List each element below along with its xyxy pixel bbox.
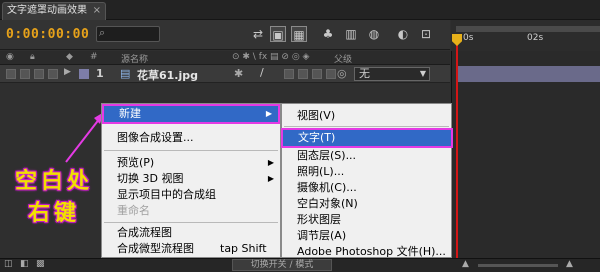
layer-duration-bar[interactable] <box>456 66 600 82</box>
menu-item-label: 合成流程图 <box>117 226 172 239</box>
menu-item-mini-flowchart[interactable]: 合成微型流程图 tap Shift <box>102 240 280 258</box>
parent-select-value: 无 <box>359 67 370 80</box>
submenu-item-photoshop[interactable]: Adobe Photoshop 文件(H)... <box>282 243 451 261</box>
live-update-icon[interactable]: ▣ <box>270 26 286 42</box>
menu-item-comp-settings[interactable]: 图像合成设置... <box>102 129 280 147</box>
parent-header[interactable]: 父级 <box>334 52 352 65</box>
quality-switch-icon[interactable]: / <box>260 66 264 79</box>
submenu-arrow-icon: ▶ <box>265 109 272 118</box>
menu-item-label: 图像合成设置... <box>117 131 194 144</box>
motion-blur-switch[interactable] <box>312 69 322 79</box>
menu-item-label: 预览(P) <box>117 156 155 169</box>
menu-separator <box>284 126 449 127</box>
annotation-label: 空白处 右键 <box>8 166 100 230</box>
visibility-icon: ◉ <box>6 52 14 62</box>
zoom-in-icon[interactable]: ▲ <box>566 259 573 269</box>
ruler-label-0s: 0s <box>463 33 474 43</box>
layer-search-input[interactable]: ⌕ <box>96 26 160 42</box>
brainstorm-icon[interactable]: ◐ <box>395 26 411 42</box>
menu-item-label: 重命名 <box>117 204 150 217</box>
pickwhip-icon[interactable]: ◎ <box>337 67 347 80</box>
submenu-item-text[interactable]: 文字(T) <box>281 128 453 148</box>
menu-item-label: 形状图层 <box>297 213 341 226</box>
menu-item-new-label: 新建 <box>119 107 141 120</box>
menu-item-label: 显示项目中的合成组 <box>117 188 216 201</box>
new-submenu: 视图(V) 文字(T) 固态层(S)... 照明(L)... 摄像机(C)...… <box>281 103 453 261</box>
frame-blending-icon[interactable]: ▥ <box>343 26 359 42</box>
ruler-label-02s: 02s <box>527 33 544 43</box>
3d-layer-switch[interactable] <box>326 69 336 79</box>
menu-item-label: 照明(L)... <box>297 165 345 178</box>
expand-arrow-icon[interactable]: ▶ <box>64 67 71 77</box>
context-menu: 新建 ▶ 图像合成设置... 预览(P) ▶ 切换 3D 视图 ▶ 显示项目中的合成组… <box>101 103 281 258</box>
annotation-line-1: 空白处 <box>14 169 93 194</box>
menu-item-label: 切换 3D 视图 <box>117 172 184 185</box>
draft-3d-icon[interactable]: ▦ <box>291 26 307 42</box>
chevron-down-icon: ▼ <box>419 69 426 78</box>
tab-title: 文字遮罩动画效果 <box>7 5 87 16</box>
tab-close-icon[interactable]: × <box>93 3 101 19</box>
lock-toggle[interactable] <box>48 69 58 79</box>
stretch-icon[interactable]: ▩ <box>36 259 45 269</box>
graph-editor-icon[interactable]: ⊡ <box>418 26 434 42</box>
time-ruler[interactable]: 0s 02s <box>451 20 600 51</box>
menu-separator <box>104 150 278 151</box>
collapse-switch-icon[interactable]: ✱ <box>234 67 243 80</box>
layer-column-header: ◉ 🔒︎ ◆ # 源名称 ⊙ ✱ \ fx ▤ ⊘ ◎ ◈ 父级 <box>0 51 450 65</box>
zoom-slider[interactable] <box>478 264 558 267</box>
lock-icon: 🔒︎ <box>30 52 35 62</box>
menu-item-label: 摄像机(C)... <box>297 181 357 194</box>
zoom-out-icon[interactable]: ▲ <box>462 259 469 269</box>
work-area-bar[interactable] <box>456 26 600 32</box>
audio-toggle[interactable] <box>20 69 30 79</box>
composition-tab[interactable]: 文字遮罩动画效果 × <box>2 2 106 20</box>
effect-switch[interactable] <box>284 69 294 79</box>
menu-item-label: 固态层(S)... <box>297 149 357 162</box>
menu-item-label: 视图(V) <box>297 109 336 122</box>
in-out-icon[interactable]: ◧ <box>20 259 29 269</box>
solo-toggle[interactable] <box>34 69 44 79</box>
menu-item-new[interactable]: 新建 ▶ <box>102 104 280 124</box>
menu-item-shortcut: tap Shift <box>220 242 267 255</box>
timecode-display[interactable]: 0:00:00:00 <box>6 27 89 42</box>
motion-blur-icon[interactable]: ◍ <box>366 26 382 42</box>
timeline-panel[interactable] <box>451 20 600 272</box>
number-column-icon: # <box>90 52 98 62</box>
menu-item-label: 空白对象(N) <box>297 197 358 210</box>
label-column-icon: ◆ <box>66 52 73 62</box>
layer-name[interactable]: 花草61.jpg <box>137 67 198 83</box>
current-time-indicator[interactable] <box>456 34 458 272</box>
menu-separator <box>104 222 278 223</box>
layer-number: 1 <box>96 67 104 80</box>
visibility-toggle[interactable] <box>6 69 16 79</box>
layer-label-color[interactable] <box>79 69 89 79</box>
hide-shy-layers-icon[interactable]: ♣ <box>320 26 336 42</box>
comp-mini-flowchart-icon[interactable]: ⇄ <box>250 26 266 42</box>
source-name-header[interactable]: 源名称 <box>121 52 148 65</box>
menu-item-rename: 重命名 <box>102 202 280 220</box>
layer-row[interactable]: ▶ 1 ▤ 花草61.jpg ✱ / ◎ 无 ▼ <box>0 65 450 83</box>
annotation-line-2: 右键 <box>27 201 80 226</box>
image-file-icon: ▤ <box>120 67 131 80</box>
menu-item-label: 文字(T) <box>298 131 336 144</box>
menu-item-label: 调节层(A) <box>297 229 347 242</box>
frame-blend-switch[interactable] <box>298 69 308 79</box>
render-icon[interactable]: ◫ <box>4 259 13 269</box>
search-icon: ⌕ <box>99 26 106 39</box>
menu-item-label: Adobe Photoshop 文件(H)... <box>297 245 446 258</box>
switches-header: ⊙ ✱ \ fx ▤ ⊘ ◎ ◈ <box>232 52 310 62</box>
menu-item-label: 合成微型流程图 <box>117 242 194 255</box>
submenu-item-viewer[interactable]: 视图(V) <box>282 107 451 125</box>
parent-select[interactable]: 无 ▼ <box>354 67 430 81</box>
